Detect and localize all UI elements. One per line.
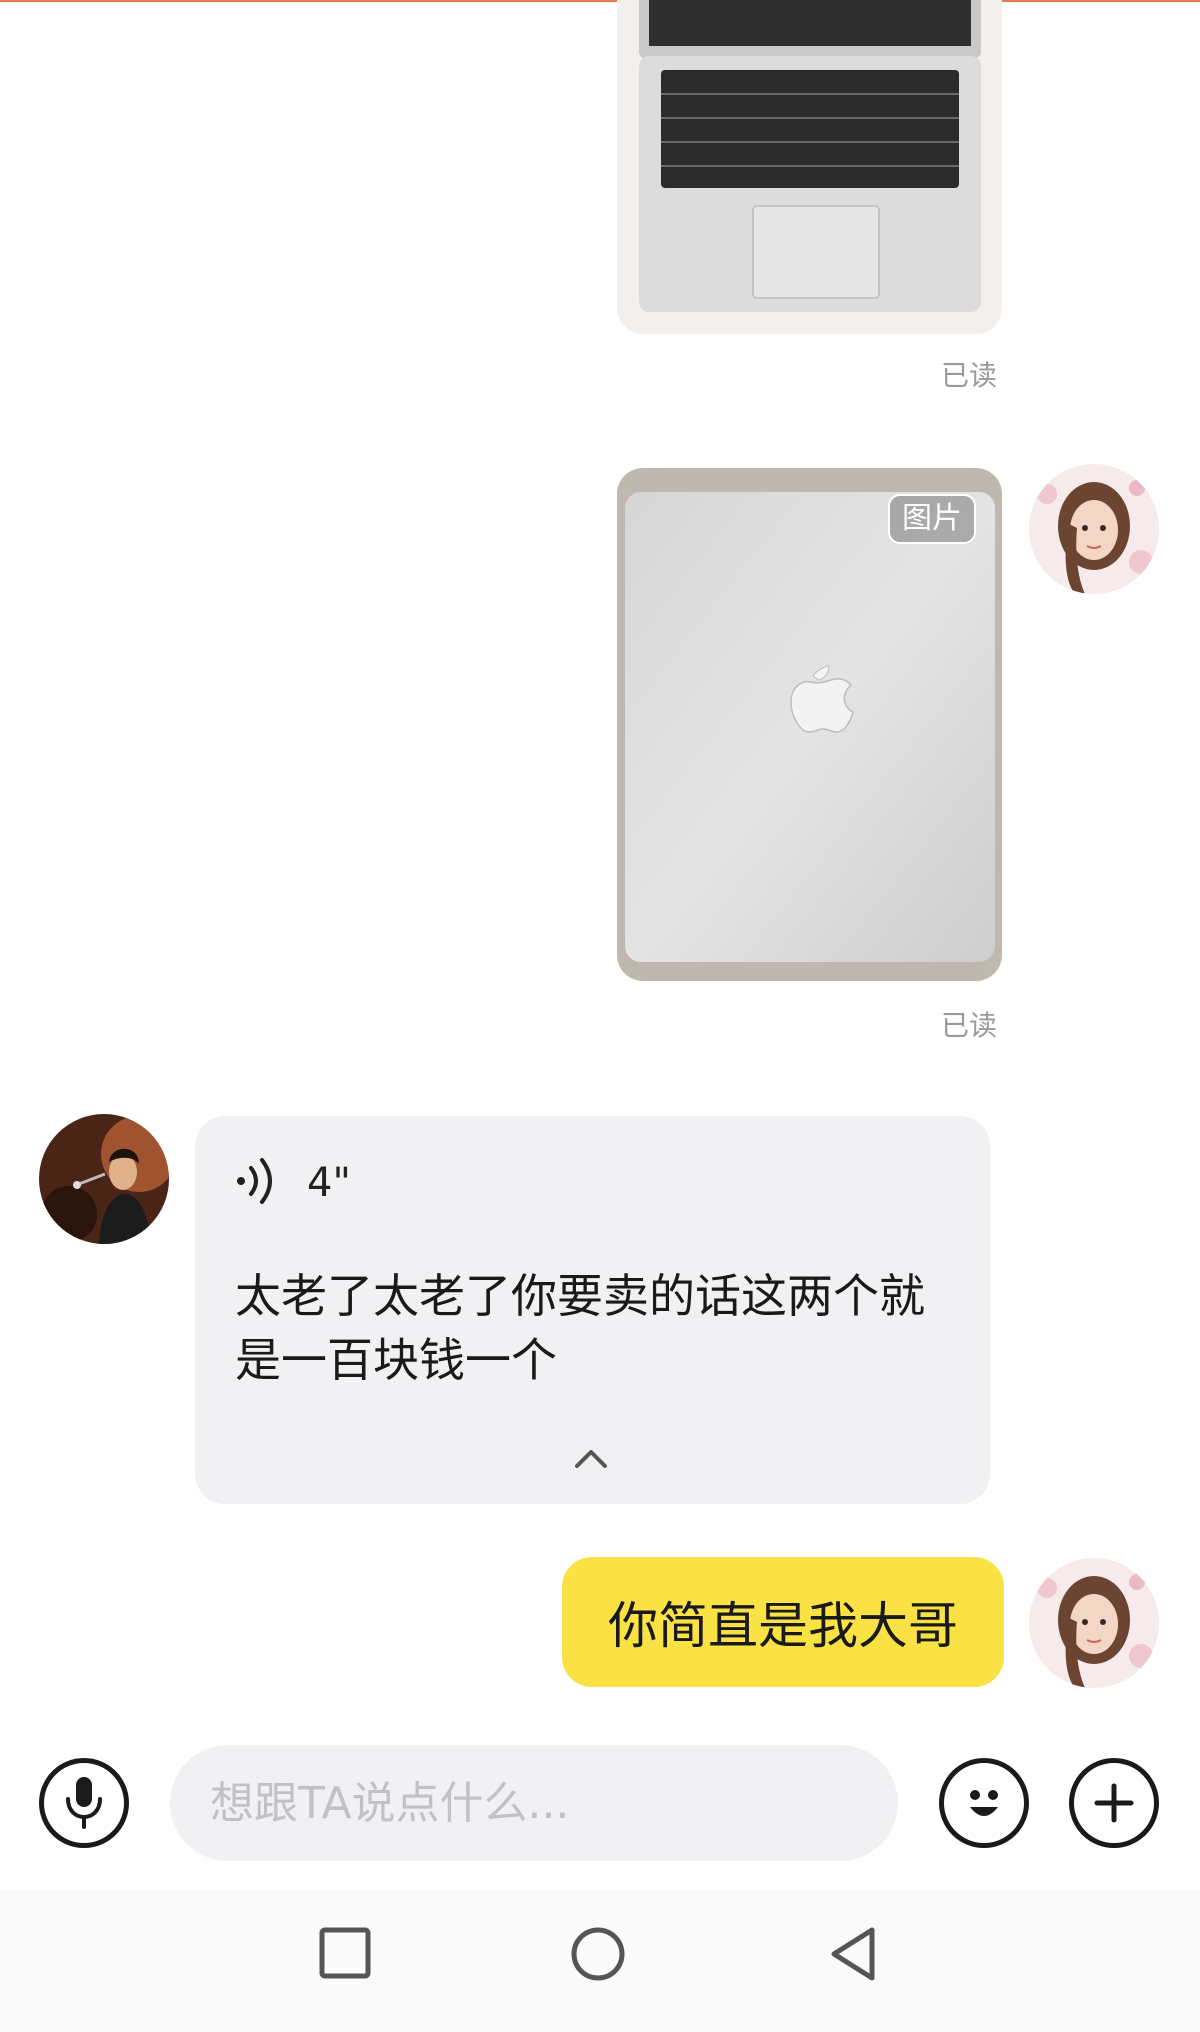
read-receipt: 已读 xyxy=(941,1009,998,1042)
voice-wave-icon[interactable] xyxy=(235,1156,281,1210)
square-icon[interactable] xyxy=(318,1926,372,1984)
microphone-icon[interactable] xyxy=(39,1758,129,1848)
chevron-up-icon[interactable] xyxy=(573,1446,609,1474)
read-receipt: 已读 xyxy=(941,359,998,392)
contact-avatar[interactable] xyxy=(39,1114,169,1244)
laptop-open-photo[interactable] xyxy=(617,0,1002,334)
system-navigation-bar xyxy=(0,1890,1200,2032)
message-input[interactable] xyxy=(170,1745,898,1861)
image-type-tag: 图片 xyxy=(888,494,976,544)
voice-player[interactable]: 4" xyxy=(235,1156,351,1210)
voice-transcript: 太老了太老了你要卖的话这两个就是一百块钱一个 xyxy=(235,1269,925,1387)
plus-icon[interactable] xyxy=(1069,1758,1159,1848)
laptop-closed-photo[interactable]: 图片 xyxy=(617,468,1002,981)
voice-duration: 4" xyxy=(307,1160,351,1206)
message-input-bar xyxy=(0,1730,1200,1880)
outgoing-text-message[interactable]: 你简直是我大哥 xyxy=(562,1557,1004,1687)
incoming-voice-message[interactable]: 4" 太老了太老了你要卖的话这两个就是一百块钱一个 xyxy=(195,1116,990,1504)
my-avatar[interactable] xyxy=(1029,464,1159,594)
message-text: 你简直是我大哥 xyxy=(608,1597,958,1655)
emoji-icon[interactable] xyxy=(939,1758,1029,1848)
circle-icon[interactable] xyxy=(570,1926,626,1986)
my-avatar[interactable] xyxy=(1029,1558,1159,1688)
triangle-back-icon[interactable] xyxy=(828,1926,882,1986)
chat-thread[interactable]: 已读 图片 已读 4" 太老了太老了你要卖的话这两个就是一百块钱一个 你简直是我… xyxy=(0,0,1200,1730)
